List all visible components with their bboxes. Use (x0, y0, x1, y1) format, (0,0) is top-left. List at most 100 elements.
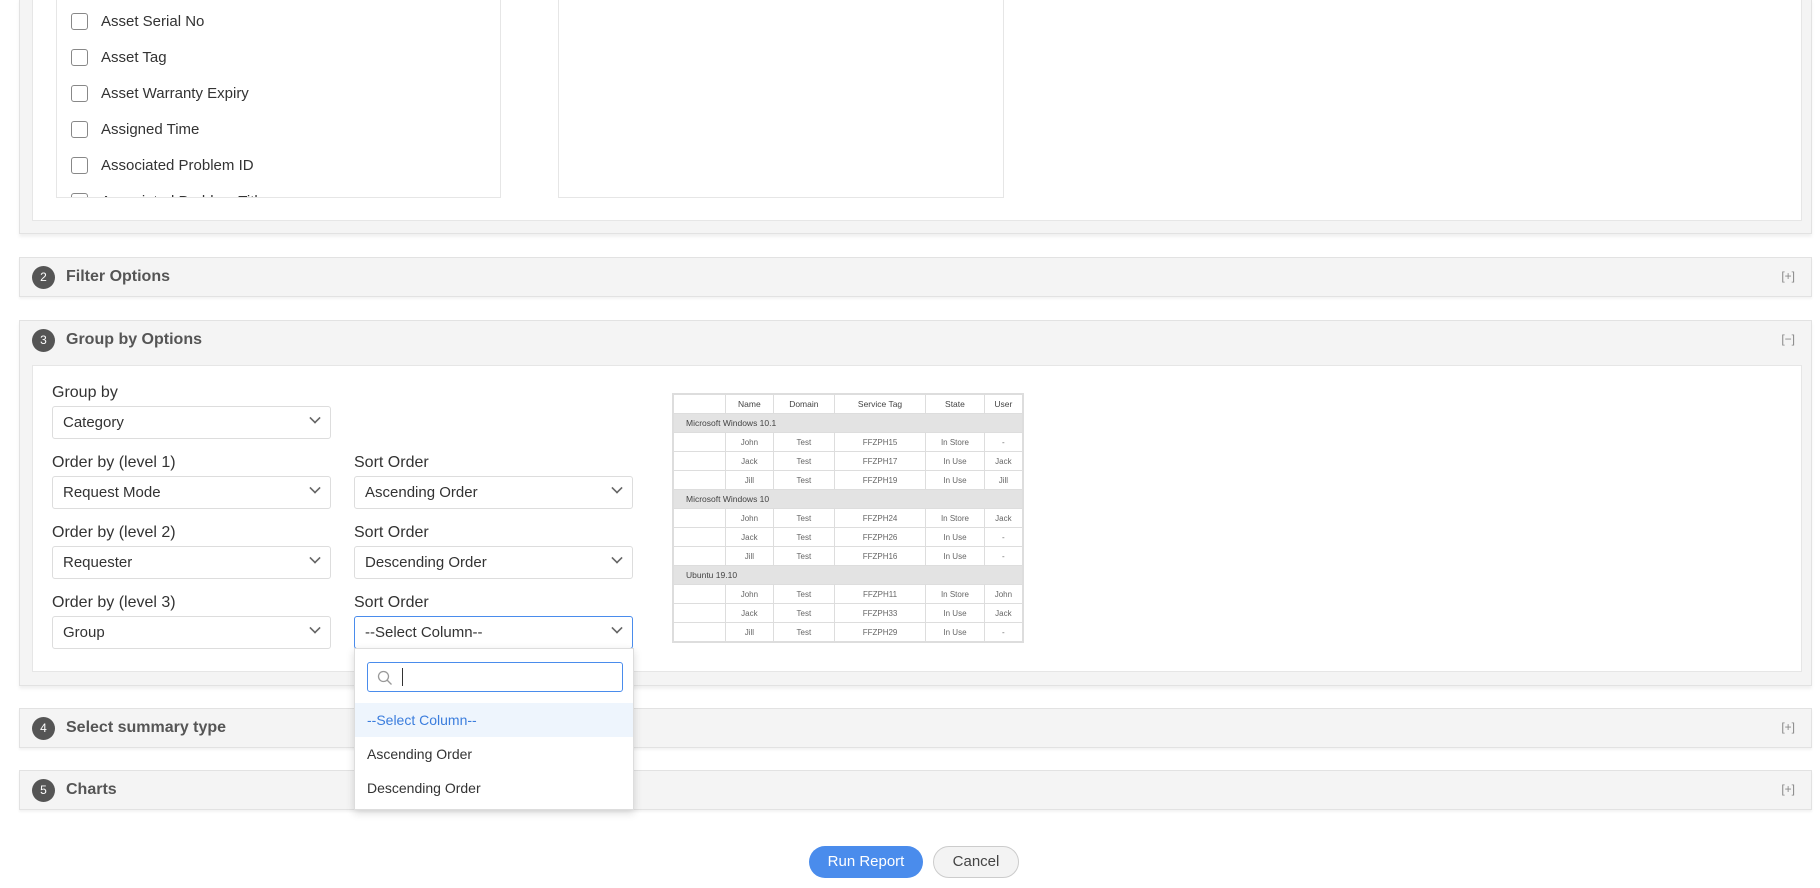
table-cell: FFZPH29 (833, 622, 927, 642)
section-charts[interactable]: 5 Charts [+] (19, 770, 1812, 810)
table-row: John Test FFZPH24 In Store Jack (673, 508, 1024, 528)
column-header (673, 394, 726, 414)
table-cell: Jill (725, 470, 774, 490)
table-row: Jack Test FFZPH17 In Use Jack (673, 451, 1024, 471)
run-report-button[interactable]: Run Report (809, 846, 923, 878)
group-name: Microsoft Windows 10 (673, 489, 1023, 509)
table-cell: - (983, 527, 1024, 547)
table-cell: In Use (925, 470, 985, 490)
checkbox[interactable] (71, 48, 88, 66)
sort-order-dropdown: --Select Column-- Ascending Order Descen… (354, 648, 634, 810)
sort-order-level1-select[interactable]: Ascending Order (354, 476, 633, 509)
table-cell: FFZPH33 (833, 603, 927, 623)
column-checkbox-item[interactable]: Asset Warranty Expiry (71, 82, 249, 104)
table-cell: FFZPH11 (833, 584, 927, 604)
table-cell: Jack (983, 603, 1024, 623)
group-row: Ubuntu 19.10 (673, 565, 1023, 585)
table-cell: Jack (725, 451, 774, 471)
group-name: Ubuntu 19.10 (673, 565, 1023, 585)
table-cell: Test (772, 546, 835, 566)
column-checkbox-item[interactable]: Associated Problem ID (71, 154, 254, 176)
order-by-level1-select[interactable]: Request Mode (52, 476, 331, 509)
table-cell: - (983, 622, 1024, 642)
column-checkbox-item[interactable]: Associated Problem Title (71, 190, 266, 197)
indent-cell (673, 451, 726, 471)
indent-cell (673, 603, 726, 623)
sort-order-level1-label: Sort Order (354, 454, 429, 471)
table-cell: Jack (725, 527, 774, 547)
table-cell: Jill (725, 622, 774, 642)
table-cell: In Use (925, 546, 985, 566)
checkbox[interactable] (71, 12, 88, 30)
table-cell: Jack (983, 451, 1024, 471)
group-by-preview-table: Name Domain Service Tag State User Microsoft … (672, 393, 1024, 643)
checkbox[interactable] (71, 120, 88, 138)
section-filter-options[interactable]: 2 Filter Options [+] (19, 257, 1812, 297)
step-number: 4 (32, 717, 55, 740)
column-checkbox-item[interactable]: Asset Tag (71, 46, 167, 68)
selected-value: Category (63, 414, 124, 431)
chevron-down-icon (309, 622, 321, 634)
selected-columns-list[interactable] (558, 0, 1004, 198)
column-header: Name (725, 394, 774, 414)
column-label: Asset Tag (101, 48, 167, 66)
checkbox[interactable] (71, 192, 88, 197)
table-cell: Jack (983, 508, 1024, 528)
checkbox[interactable] (71, 156, 88, 174)
column-label: Associated Problem ID (101, 156, 254, 174)
order-by-level2-select[interactable]: Requester (52, 546, 331, 579)
order-by-level3-select[interactable]: Group (52, 616, 331, 649)
indent-cell (673, 508, 726, 528)
dropdown-option[interactable]: Descending Order (355, 771, 633, 805)
table-cell: Test (772, 584, 835, 604)
table-row: Jill Test FFZPH19 In Use Jill (673, 470, 1024, 490)
expand-toggle[interactable]: [+] (1781, 782, 1795, 796)
table-cell: In Store (925, 508, 985, 528)
selected-value: Group (63, 624, 105, 641)
chevron-down-icon (611, 482, 623, 494)
table-row: John Test FFZPH15 In Store - (673, 432, 1024, 452)
indent-cell (673, 584, 726, 604)
table-cell: FFZPH19 (833, 470, 927, 490)
selected-value: Requester (63, 554, 133, 571)
expand-toggle[interactable]: [+] (1781, 720, 1795, 734)
dropdown-option[interactable]: --Select Column-- (355, 703, 633, 737)
dropdown-search-input[interactable] (367, 662, 623, 692)
table-cell: Test (772, 432, 835, 452)
selected-value: Request Mode (63, 484, 161, 501)
table-cell: - (983, 432, 1024, 452)
section-select-summary-type[interactable]: 4 Select summary type [+] (19, 708, 1812, 748)
available-columns-list[interactable]: Asset Serial No Asset Tag Asset Warranty E… (56, 0, 501, 198)
selected-value: Ascending Order (365, 484, 478, 501)
checkbox[interactable] (71, 84, 88, 102)
table-cell: Test (772, 603, 835, 623)
group-row: Microsoft Windows 10.1 (673, 413, 1023, 433)
table-cell: Test (772, 508, 835, 528)
group-by-select[interactable]: Category (52, 406, 331, 439)
column-label: Asset Serial No (101, 12, 205, 30)
table-cell: Test (772, 451, 835, 471)
table-cell: FFZPH24 (833, 508, 927, 528)
dropdown-option[interactable]: Ascending Order (355, 737, 633, 771)
table-cell: In Use (925, 451, 985, 471)
column-label: Asset Warranty Expiry (101, 84, 249, 102)
table-row: Jack Test FFZPH26 In Use - (673, 527, 1024, 547)
sort-order-level3-select[interactable]: --Select Column-- (354, 616, 633, 649)
step-number: 3 (32, 329, 55, 352)
chevron-up-icon (611, 622, 623, 634)
step-number: 5 (32, 779, 55, 802)
table-row: Jill Test FFZPH16 In Use - (673, 546, 1024, 566)
section-title: Filter Options (66, 268, 170, 285)
table-cell: Jill (983, 470, 1024, 490)
table-header-row: Name Domain Service Tag State User (673, 394, 1024, 414)
expand-toggle[interactable]: [+] (1781, 269, 1795, 283)
table-cell: John (725, 584, 774, 604)
column-checkbox-item[interactable]: Asset Serial No (71, 10, 204, 32)
chevron-down-icon (309, 552, 321, 564)
column-checkbox-item[interactable]: Assigned Time (71, 118, 199, 140)
table-cell: Jack (725, 603, 774, 623)
table-row: Jack Test FFZPH33 In Use Jack (673, 603, 1024, 623)
collapse-toggle[interactable]: [−] (1781, 332, 1795, 346)
sort-order-level2-select[interactable]: Descending Order (354, 546, 633, 579)
cancel-button[interactable]: Cancel (933, 846, 1019, 878)
